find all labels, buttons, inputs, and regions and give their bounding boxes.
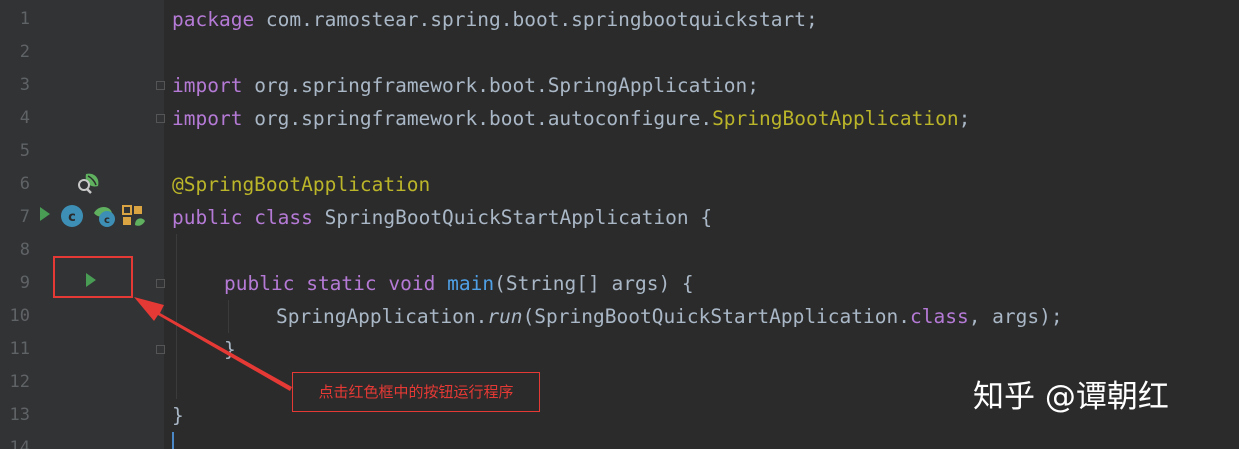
code-line-4: import org.springframework.boot.autoconf… bbox=[172, 102, 970, 135]
line-number: 14 bbox=[9, 438, 30, 449]
import-path: org.springframework.boot.autoconfigure. bbox=[242, 107, 713, 130]
annotation-callout: 点击红色框中的按钮运行程序 bbox=[292, 372, 540, 412]
spring-class-icon[interactable]: c bbox=[90, 203, 118, 229]
structure-icon[interactable] bbox=[121, 203, 147, 229]
code-line-6: @SpringBootApplication bbox=[172, 168, 430, 201]
spring-bean-search-icon[interactable] bbox=[76, 172, 102, 196]
run-arrow-icon[interactable] bbox=[38, 206, 52, 222]
keyword: static bbox=[306, 272, 377, 295]
keyword: class bbox=[254, 206, 313, 229]
line-number: 9 bbox=[19, 273, 30, 293]
brace: } bbox=[172, 404, 184, 427]
method-name: main bbox=[447, 272, 495, 295]
watermark: 知乎 @谭朝红 bbox=[973, 379, 1169, 415]
args-end: , args); bbox=[968, 305, 1063, 328]
line-number: 8 bbox=[19, 240, 30, 260]
code-line-3: import org.springframework.boot.SpringAp… bbox=[172, 69, 759, 102]
code-line-10: SpringApplication.run(SpringBootQuickSta… bbox=[276, 300, 1063, 333]
line-number: 4 bbox=[19, 108, 30, 128]
line-number: 13 bbox=[9, 405, 30, 425]
class-ref: SpringApplication. bbox=[276, 305, 488, 328]
keyword: import bbox=[172, 74, 243, 97]
keyword: import bbox=[172, 107, 243, 130]
class-icon[interactable]: c bbox=[59, 203, 85, 229]
line-number: 12 bbox=[9, 372, 30, 392]
annotation-arrow bbox=[134, 297, 292, 391]
line-number: 7 bbox=[19, 207, 30, 227]
method-args: (SpringBootQuickStartApplication. bbox=[522, 305, 910, 328]
class-name: SpringBootQuickStartApplication bbox=[324, 206, 689, 229]
text-caret bbox=[172, 432, 174, 449]
keyword: package bbox=[172, 8, 255, 31]
line-number: 2 bbox=[19, 42, 30, 62]
code-line-1: package com.ramostear.spring.boot.spring… bbox=[172, 3, 818, 36]
code-editor[interactable]: 1 2 3 4 5 6 7 8 9 10 11 12 13 14 package… bbox=[0, 0, 1239, 449]
line-number: 11 bbox=[9, 339, 30, 359]
import-path: org.springframework.boot.SpringApplicati… bbox=[242, 74, 760, 97]
svg-text:c: c bbox=[104, 215, 110, 226]
line-number: 3 bbox=[19, 75, 30, 95]
svg-text:c: c bbox=[68, 210, 76, 225]
line-number: 5 bbox=[19, 141, 30, 161]
code-line-7: public class SpringBootQuickStartApplica… bbox=[172, 201, 712, 234]
static-method: run bbox=[487, 305, 523, 328]
code-line-13: } bbox=[172, 399, 184, 432]
fold-marker[interactable] bbox=[156, 114, 165, 123]
imported-class: SpringBootApplication bbox=[712, 107, 959, 130]
line-number: 6 bbox=[19, 174, 30, 194]
line-number: 1 bbox=[19, 9, 30, 29]
package-name: com.ramostear.spring.boot.springbootquic… bbox=[254, 8, 818, 31]
fold-marker[interactable] bbox=[156, 81, 165, 90]
semicolon: ; bbox=[958, 107, 971, 130]
keyword: public bbox=[172, 206, 243, 229]
line-number: 10 bbox=[9, 306, 30, 326]
brace: { bbox=[688, 206, 713, 229]
keyword: class bbox=[909, 305, 969, 328]
keyword: void bbox=[388, 272, 436, 295]
annotation: @SpringBootApplication bbox=[172, 173, 431, 196]
method-params: (String[] args) { bbox=[494, 272, 694, 295]
